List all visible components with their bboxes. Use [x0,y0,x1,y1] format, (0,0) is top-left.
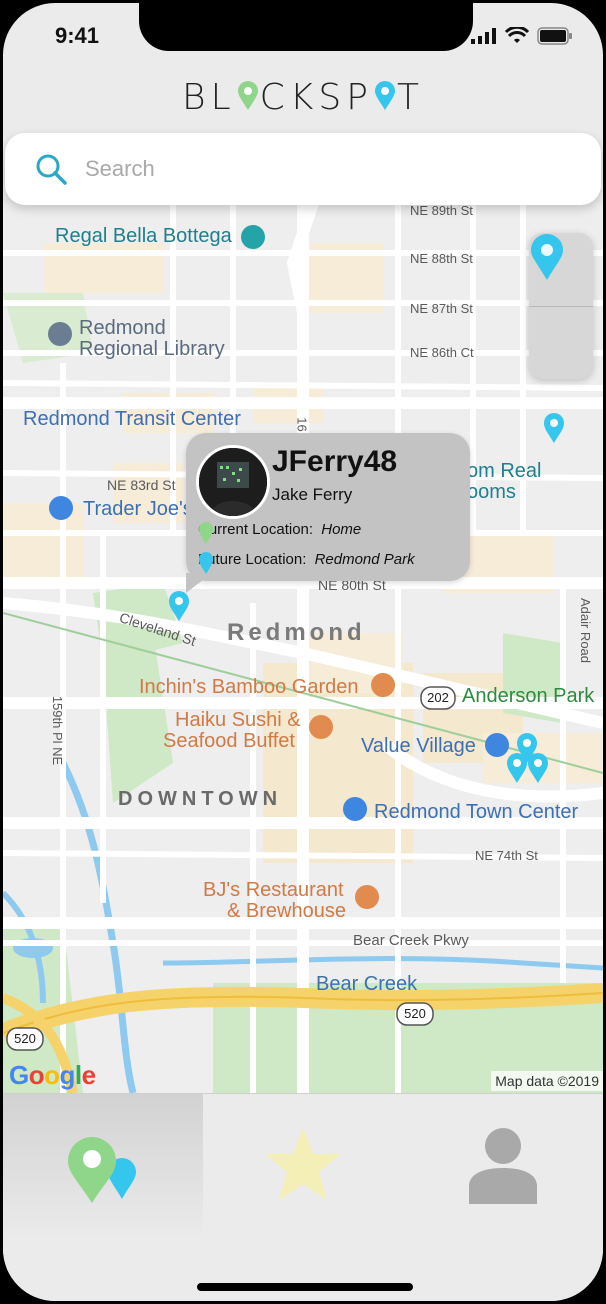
pin-filter-panel [529,233,593,379]
place-label[interactable]: Regal Bella Bottega [55,225,232,248]
future-location-filter-button[interactable] [529,234,593,380]
place-label[interactable]: Anderson Park [462,685,594,708]
street-label: NE 83rd St [107,477,176,493]
current-location-row: Current Location: Home [198,521,362,544]
street-label: Adair Road [578,597,594,664]
app-header: BL CKSP T [3,63,603,133]
street-label: NE 86th Ct [410,345,474,360]
district-label: Redmond [227,619,366,646]
place-label[interactable]: om Real [467,460,541,483]
app-logo: BL CKSP T [3,77,603,120]
tab-map[interactable] [3,1094,203,1234]
logo-text-1: BL [182,77,236,118]
green-pin-icon [199,522,213,544]
star-icon [265,1128,341,1200]
current-location-value: Home [321,521,362,538]
green-pin-icon [237,79,259,120]
place-label[interactable]: Bear Creek [316,973,417,996]
battery-icon [537,27,572,45]
tab-bar [3,1093,603,1301]
user-location-popup[interactable]: JFerry48 Jake Ferry Current Location: Ho… [186,433,470,593]
place-label[interactable]: Regional Library [79,338,225,361]
screen: 9:41 BL CKSP T Search NE 89th St NE 88th… [3,3,603,1301]
popup-tail [186,573,212,593]
street-label: NE 74th St [475,848,538,863]
avatar[interactable] [196,445,270,519]
place-label[interactable]: Redmond [79,317,166,340]
popup-username: JFerry48 [272,445,398,478]
district-label: DOWNTOWN [118,788,283,810]
place-label[interactable]: Seafood Buffet [163,730,295,753]
tab-profile[interactable] [403,1094,603,1234]
map-attribution[interactable]: Map data ©2019 [491,1071,603,1091]
place-label[interactable]: Value Village [361,735,476,758]
tab-favorites[interactable] [203,1094,403,1234]
future-location-row: Future Location: Redmond Park [198,551,415,574]
place-label[interactable]: BJ's Restaurant [203,879,344,902]
place-label[interactable]: Inchin's Bamboo Garden [139,676,359,699]
street-label: 16 [294,417,310,432]
blue-pin-icon [374,79,396,120]
status-icons [471,27,573,45]
blue-pin-icon [199,552,213,574]
shield-label: 520 [14,1031,36,1046]
current-location-label: Current Location: [198,521,314,538]
place-label[interactable]: ooms [467,481,516,504]
search-input[interactable] [83,155,567,183]
street-label: Bear Creek Pkwy [353,932,469,949]
street-label: 159th Pl NE [50,695,66,766]
future-location-value: Redmond Park [314,551,415,568]
blue-pin-icon [531,234,563,280]
logo-text-2: CKSP [259,77,373,118]
wifi-icon [505,27,529,43]
place-label[interactable]: & Brewhouse [227,900,346,923]
phone-frame: 9:41 BL CKSP T Search NE 89th St NE 88th… [0,0,606,1304]
user-icon [469,1128,537,1204]
signal-icon [471,28,496,44]
notch [139,3,473,51]
search-icon [36,154,67,185]
place-label[interactable]: Haiku Sushi & [175,709,301,732]
pins-icon [68,1137,136,1203]
street-label: NE 87th St [410,301,473,316]
google-logo: Google [9,1060,96,1090]
search-bar[interactable] [5,133,601,205]
street-label: NE 88th St [410,251,473,266]
street-label: NE 89th St [410,203,473,218]
shield-label: 520 [404,1006,426,1021]
popup-name: Jake Ferry [272,485,353,504]
future-location-label: Future Location: [198,551,307,568]
home-indicator[interactable] [197,1283,413,1291]
status-time: 9:41 [55,23,100,48]
place-label[interactable]: Trader Joe's [83,498,193,521]
shield-label: 202 [427,690,449,705]
place-label[interactable]: Redmond Transit Center [23,408,241,431]
logo-text-3: T [396,77,424,118]
map-view[interactable]: NE 89th St NE 88th St NE 87th St NE 86th… [3,203,603,1093]
place-label[interactable]: Redmond Town Center [374,801,578,824]
